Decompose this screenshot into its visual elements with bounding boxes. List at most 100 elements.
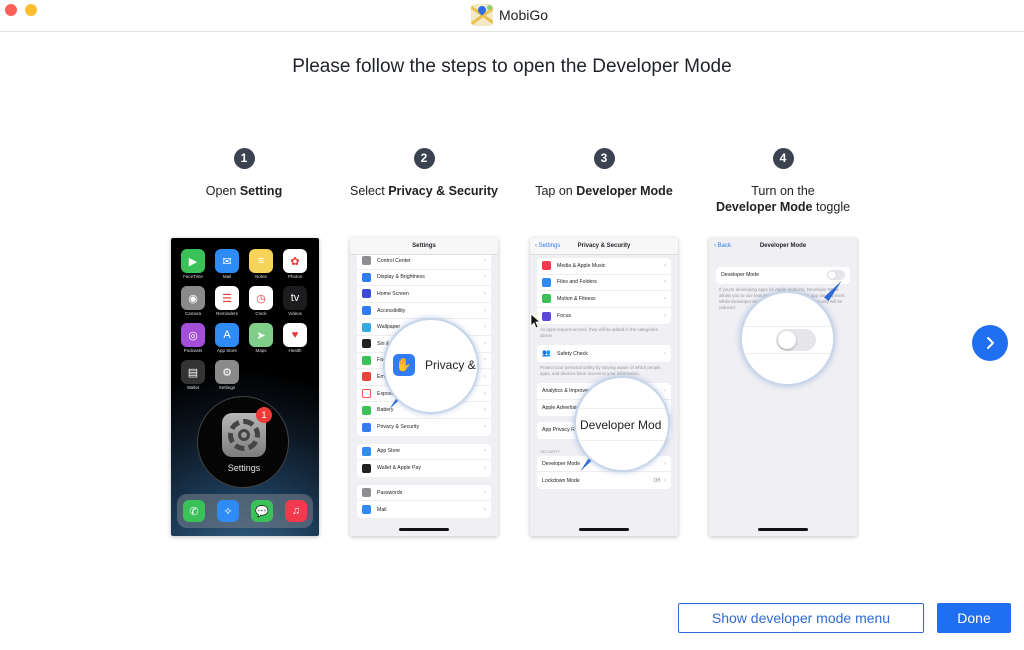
settings-row-icon bbox=[362, 372, 371, 382]
magnifier: ✋ Privacy & bbox=[383, 318, 479, 414]
chevron-right-icon: › bbox=[664, 477, 666, 484]
app-icon: ⚙ Settings bbox=[215, 360, 239, 390]
settings-row-icon bbox=[362, 422, 371, 432]
settings-group: 👥 Safety Check › bbox=[537, 345, 671, 362]
step-instruction: Select Privacy & Security bbox=[349, 184, 498, 198]
settings-row: Control Center › bbox=[357, 253, 491, 270]
chevron-right-icon: › bbox=[484, 506, 486, 513]
settings-group: Passwords › Mail › bbox=[357, 484, 491, 518]
app-title: MobiGo bbox=[471, 4, 548, 26]
step-1: 1 Open Setting bbox=[154, 148, 334, 199]
app-glyph-icon: ◎ bbox=[188, 329, 198, 342]
magnifier bbox=[740, 291, 835, 386]
app-glyph-icon: ◷ bbox=[256, 292, 266, 305]
footnote: As apps request access, they will be add… bbox=[540, 327, 658, 339]
app-icon: ➤ Maps bbox=[249, 323, 273, 353]
app-label: FaceTime bbox=[183, 274, 203, 279]
chevron-right-icon: › bbox=[484, 407, 486, 414]
settings-row: Privacy & Security › bbox=[357, 419, 491, 436]
settings-row-label: Passwords bbox=[377, 489, 403, 496]
settings-row-icon bbox=[362, 446, 371, 456]
nav-title: Developer Mode bbox=[759, 243, 807, 249]
settings-row-icon bbox=[362, 256, 371, 266]
settings-row-icon bbox=[362, 488, 371, 498]
close-window-button[interactable] bbox=[5, 4, 17, 16]
step-number: 1 bbox=[233, 148, 255, 169]
chevron-right-icon: › bbox=[484, 424, 486, 431]
app-label: Podcasts bbox=[183, 348, 203, 353]
settings-row-label: Lockdown Mode bbox=[542, 477, 580, 484]
magnifier: 1 Settings bbox=[197, 396, 289, 488]
settings-row-icon bbox=[362, 405, 371, 415]
app-label: Mail bbox=[222, 274, 232, 279]
settings-row-icon bbox=[362, 463, 371, 473]
settings-row-label: Files and Folders bbox=[557, 279, 597, 286]
settings-group: App Store › Wallet & Apple Pay › bbox=[357, 443, 491, 477]
settings-row-label: Home Screen bbox=[377, 290, 409, 297]
app-glyph-icon: ☰ bbox=[222, 292, 232, 305]
settings-row: Display & Brightness › bbox=[357, 270, 491, 287]
settings-row-icon bbox=[542, 294, 551, 304]
settings-row-label: Privacy & Security bbox=[377, 424, 420, 431]
app-icon: ☰ Reminders bbox=[215, 286, 239, 316]
home-indicator bbox=[758, 528, 808, 531]
chevron-right-icon: › bbox=[484, 274, 486, 281]
step-instruction: Open Setting bbox=[205, 184, 283, 198]
chevron-right-icon: › bbox=[484, 290, 486, 297]
done-button[interactable]: Done bbox=[937, 603, 1011, 633]
app-icon: A App Store bbox=[215, 323, 239, 353]
app-label: Health bbox=[288, 348, 302, 353]
app-label: Settings bbox=[218, 385, 236, 390]
back-link: ‹ Back bbox=[714, 243, 732, 249]
settings-row: Home Screen › bbox=[357, 286, 491, 303]
chevron-right-icon bbox=[987, 337, 994, 349]
app-glyph-icon: ⚙ bbox=[222, 366, 232, 379]
app-icon: ◷ Clock bbox=[249, 286, 273, 316]
app-glyph-icon: ◉ bbox=[188, 292, 198, 305]
settings-row: App Store › bbox=[357, 444, 491, 461]
magnified-label: Developer Mod bbox=[580, 418, 662, 432]
title-bar: MobiGo bbox=[0, 0, 1024, 32]
app-glyph-icon: ✉ bbox=[222, 255, 232, 268]
step-3-screenshot: ‹ Settings Privacy & Security Media & Ap… bbox=[530, 238, 678, 536]
notification-badge: 1 bbox=[256, 407, 272, 423]
settings-row: Wallet & Apple Pay › bbox=[357, 460, 491, 477]
next-step-button[interactable] bbox=[972, 325, 1008, 361]
home-indicator bbox=[399, 528, 449, 531]
app-label: Photos bbox=[287, 274, 302, 279]
footnote: Protect your personal safety by staying … bbox=[540, 364, 662, 376]
settings-row-icon bbox=[362, 389, 371, 399]
settings-row-label: Control Center bbox=[377, 257, 411, 264]
chevron-right-icon: › bbox=[484, 357, 486, 364]
settings-row-label: Media & Apple Music bbox=[557, 262, 606, 269]
app-icon: ✿ Photos bbox=[283, 249, 307, 279]
show-developer-mode-menu-button[interactable]: Show developer mode menu bbox=[678, 603, 924, 633]
settings-row-label: Accessibility bbox=[377, 307, 406, 314]
settings-row: Passwords › bbox=[357, 485, 491, 502]
settings-row: Mail › bbox=[357, 501, 491, 518]
app-glyph-icon: ✿ bbox=[290, 255, 300, 268]
magnified-label: Settings bbox=[227, 463, 261, 473]
app-icon: ◎ Podcasts bbox=[181, 323, 205, 353]
settings-row-icon bbox=[362, 272, 371, 282]
chevron-right-icon: › bbox=[484, 307, 486, 314]
settings-row-icon bbox=[542, 311, 551, 321]
minimize-window-button[interactable] bbox=[25, 4, 37, 16]
toggle-switch-magnified bbox=[776, 329, 816, 351]
app-icon: ≡ Notes bbox=[249, 249, 273, 279]
magnified-label: Privacy & bbox=[425, 358, 476, 372]
chevron-right-icon: › bbox=[484, 257, 486, 264]
app-label: Reminders bbox=[216, 311, 238, 316]
step-2-screenshot: Settings Control Center › Display & Bright… bbox=[350, 238, 498, 536]
nav-title: Settings bbox=[412, 243, 436, 249]
app-icon: ▤ Wallet bbox=[181, 360, 205, 390]
magnifier: Developer Mod bbox=[574, 376, 670, 472]
app-icon: tv Videos bbox=[283, 286, 307, 316]
settings-row-label: Developer Mode bbox=[542, 460, 581, 467]
app-glyph-icon: ▶ bbox=[188, 255, 198, 268]
nav-bar: ‹ Back Developer Mode bbox=[709, 238, 857, 255]
chevron-right-icon: › bbox=[664, 387, 666, 394]
settings-row-icon bbox=[362, 306, 371, 316]
step-instruction: Tap on Developer Mode bbox=[535, 184, 673, 198]
dock: ✆ ✧ 💬 ♫ bbox=[177, 494, 313, 528]
